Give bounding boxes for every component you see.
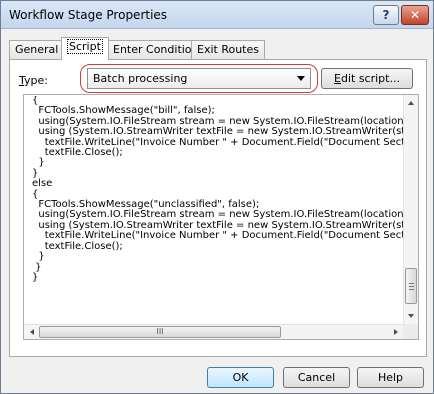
code-line: textFile.Close(); bbox=[32, 240, 123, 252]
script-code[interactable]: { FCTools.ShowMessage("bill", false); us… bbox=[32, 96, 410, 318]
type-label-text: ype: bbox=[24, 74, 48, 87]
edit-script-button[interactable]: Edit script... bbox=[321, 68, 413, 89]
code-line: } bbox=[32, 271, 39, 283]
dialog-window: Workflow Stage Properties ? ✕ General Sc… bbox=[0, 0, 434, 394]
highlight-ring bbox=[80, 64, 318, 93]
code-line: else bbox=[32, 178, 53, 190]
tab-exit-routes[interactable]: Exit Routes bbox=[191, 40, 265, 59]
ok-button[interactable]: OK bbox=[207, 367, 274, 388]
edit-script-label: dit script... bbox=[340, 72, 400, 85]
vertical-scrollbar[interactable] bbox=[403, 95, 418, 324]
code-line: } bbox=[32, 167, 39, 179]
script-editor[interactable]: { FCTools.ShowMessage("bill", false); us… bbox=[23, 94, 419, 340]
title-help-button[interactable]: ? bbox=[373, 5, 399, 25]
grip-line bbox=[409, 286, 414, 287]
title-close-button[interactable]: ✕ bbox=[401, 5, 429, 25]
type-label: Type: bbox=[19, 74, 48, 87]
window-title: Workflow Stage Properties bbox=[9, 8, 168, 22]
tab-general[interactable]: General bbox=[9, 40, 65, 59]
scroll-down-icon[interactable] bbox=[408, 314, 414, 318]
horizontal-scrollbar[interactable]: III bbox=[24, 324, 404, 339]
edit-script-mnemonic: E bbox=[334, 72, 341, 85]
help-icon: ? bbox=[382, 8, 390, 22]
help-button[interactable]: Help bbox=[357, 367, 424, 388]
grip-line bbox=[409, 283, 414, 284]
tab-label: Exit Routes bbox=[197, 43, 259, 56]
code-line: } bbox=[32, 261, 42, 273]
scroll-corner bbox=[403, 324, 418, 339]
scroll-left-icon[interactable] bbox=[30, 329, 34, 335]
code-line: } bbox=[32, 251, 45, 263]
scroll-right-icon[interactable] bbox=[394, 329, 398, 335]
close-icon: ✕ bbox=[409, 8, 421, 22]
tab-label: General bbox=[15, 43, 59, 56]
horizontal-scroll-thumb[interactable]: III bbox=[39, 326, 281, 338]
grip-line bbox=[409, 289, 414, 290]
cancel-button[interactable]: Cancel bbox=[283, 367, 350, 388]
vertical-scroll-thumb[interactable] bbox=[405, 268, 417, 304]
title-bar[interactable]: Workflow Stage Properties ? ✕ bbox=[1, 1, 433, 29]
tab-label: Script bbox=[67, 39, 103, 54]
code-line: } bbox=[32, 157, 45, 169]
scroll-up-icon[interactable] bbox=[408, 101, 414, 105]
tab-script[interactable]: Script bbox=[61, 37, 109, 60]
code-line: textFile.Close(); bbox=[32, 147, 123, 159]
